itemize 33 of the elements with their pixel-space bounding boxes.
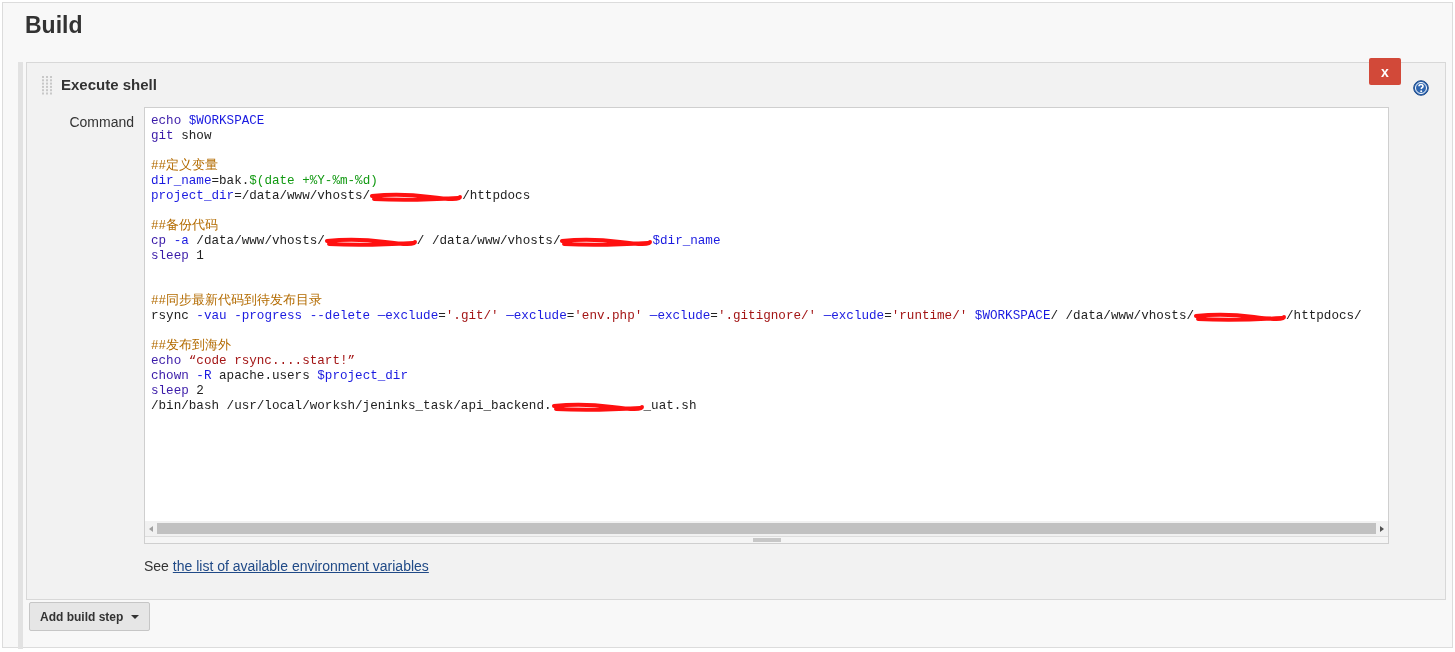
code-text: sleep 1: [151, 249, 204, 264]
code-text: project_dir=/data/www/vhosts/: [151, 189, 371, 204]
code-text: _uat.sh: [643, 399, 697, 414]
code-text: ##定义变量: [151, 159, 219, 174]
code-text: /httpdocs: [462, 189, 531, 204]
code-text: ##发布到海外: [151, 339, 232, 354]
code-text: $dir_name: [652, 234, 721, 249]
code-text: ##同步最新代码到待发布目录: [151, 294, 323, 309]
code-text: git show: [151, 129, 212, 144]
code-text: cp -a /data/www/vhosts/: [151, 234, 325, 249]
code-text: sleep 2: [151, 384, 204, 399]
step-title: Execute shell: [61, 74, 157, 95]
code-text: chown -R apache.users $project_dir: [151, 369, 408, 384]
code-text: dir_name=bak.$(date +%Y-%m-%d): [151, 174, 378, 189]
code-text: echo $WORKSPACE: [151, 114, 265, 129]
code-text: /bin/bash /usr/local/worksh/jeninks_task/api_backend.: [151, 399, 552, 414]
delete-button[interactable]: x: [1369, 58, 1401, 85]
field-label: Command: [69, 113, 134, 132]
code-text: echo “code rsync....start!”: [151, 354, 356, 369]
code-text: rsync -vau -progress --delete —exclude='.git/' —exclude='env.php' —exclude='.gitignore/' —exclude='runtime/' $WORKSPACE/ /data/www/vhosts/: [151, 309, 1195, 324]
caret-icon: [131, 614, 140, 619]
code-text: / /data/www/vhosts/: [416, 234, 561, 249]
section-title: Build: [25, 11, 83, 39]
scroll-left-icon[interactable]: [149, 525, 153, 532]
add-build-step-button[interactable]: Add build step: [29, 602, 151, 631]
drag-handle-icon[interactable]: [41, 75, 53, 95]
horizontal-scrollbar[interactable]: [145, 521, 1388, 536]
help-icon[interactable]: [1413, 80, 1429, 96]
help-text: See the list of available environment variables: [144, 557, 430, 576]
scroll-right-icon[interactable]: [1380, 525, 1384, 532]
code-text: ##备份代码: [151, 219, 219, 234]
code-text: /httpdocs/: [1286, 309, 1362, 324]
environment-variables-link[interactable]: the list of available environment variables: [172, 558, 429, 574]
